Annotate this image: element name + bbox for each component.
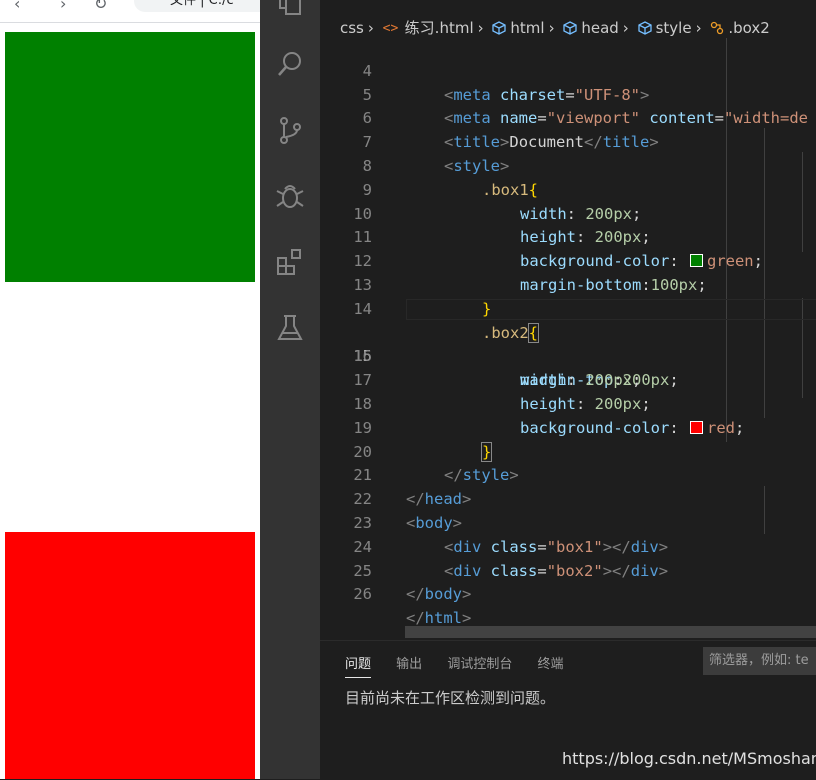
code-line: 26 </html> (320, 560, 816, 627)
code-editor[interactable]: css › <> 练习.html › html › head › style › .box2… (320, 0, 816, 640)
code-line: 13 } (320, 250, 816, 318)
forward-icon[interactable]: › (60, 0, 66, 13)
code-line: 25 </body> (320, 536, 816, 604)
current-line-highlight (406, 298, 816, 320)
code-line: 14 .box2{ (320, 274, 816, 343)
debug-icon[interactable] (274, 180, 306, 212)
code-line: 16 width: 200px; (320, 322, 816, 389)
browser-window: ‹ › ↻ 文件 | C:/c (0, 0, 260, 779)
line-number: 26 (353, 585, 372, 604)
tab-debug-console[interactable]: 调试控制台 (447, 653, 512, 677)
tab-output[interactable]: 输出 (396, 653, 422, 677)
code-line: 5 <meta name="viewport" content="width=d… (320, 60, 816, 128)
chevron-right-icon: › (367, 18, 374, 37)
panel-tabs: 问题 输出 调试控制台 终端 (345, 653, 584, 678)
watermark-text: https://blog.csdn.net/MSmoshang9 (562, 749, 816, 768)
horizontal-scrollbar[interactable] (405, 626, 816, 638)
code-line: 11 background-color: green; (320, 203, 816, 270)
red-box (5, 532, 255, 779)
code-line: 12 margin-bottom:100px; (320, 226, 816, 294)
code-line: 21 </head> (320, 441, 816, 508)
tab-problems[interactable]: 问题 (345, 653, 372, 678)
problems-filter-input[interactable]: 筛选器，例如: te (703, 647, 816, 675)
search-icon[interactable] (274, 48, 306, 80)
chevron-right-icon: › (477, 18, 484, 37)
tab-terminal[interactable]: 终端 (537, 653, 563, 677)
cube-icon (492, 20, 507, 35)
chevron-right-icon: › (622, 18, 629, 37)
code-line: 23 <div class="box1"></div> (320, 488, 816, 556)
breadcrumb-item-style[interactable]: style (656, 19, 692, 37)
green-box (5, 32, 255, 282)
code-line: 4 <meta charset="UTF-8"> (320, 36, 816, 104)
browser-toolbar: ‹ › ↻ 文件 | C:/c (0, 0, 260, 23)
code-line: 17 height: 200px; (320, 345, 816, 413)
code-line: 22 <body> (320, 464, 816, 532)
back-icon[interactable]: ‹ (14, 0, 20, 13)
extensions-icon[interactable] (274, 246, 306, 278)
activity-bar (260, 0, 320, 779)
code-line: 18 background-color: red; (320, 369, 816, 437)
code-line: 24 <div class="box2"></div> (320, 512, 816, 580)
bottom-panel: 问题 输出 调试控制台 终端 筛选器，例如: te 目前尚未在工作区检测到问题。… (320, 640, 816, 780)
code-line: 6 <title>Document</title> (320, 84, 816, 151)
address-bar[interactable]: 文件 | C:/c (134, 0, 260, 12)
code-line: 19 } (320, 393, 816, 462)
code-line-active: 15 margin-top:200px; (320, 298, 816, 389)
explorer-icon[interactable] (274, 0, 306, 18)
breadcrumb-item-head[interactable]: head (581, 19, 618, 37)
code-line: 7 <style> (320, 107, 816, 175)
chevron-right-icon: › (695, 18, 702, 37)
breadcrumb-item-file[interactable]: 练习.html (405, 17, 474, 38)
code-line: 20 </style> (320, 417, 816, 485)
testing-icon[interactable] (274, 312, 306, 344)
code-line: 10 height: 200px; (320, 179, 816, 247)
problems-message: 目前尚未在工作区检测到问题。 (345, 689, 556, 707)
symbol-class-icon (711, 21, 724, 34)
code-text: </body> (406, 585, 472, 604)
cube-icon (563, 20, 577, 35)
breadcrumb-item-html[interactable]: html (510, 19, 544, 37)
reload-icon[interactable]: ↻ (94, 0, 107, 13)
html-file-icon: <> (382, 20, 399, 36)
chevron-right-icon: › (548, 18, 555, 37)
source-control-icon[interactable] (274, 114, 306, 146)
breadcrumb-item-css[interactable]: css (340, 19, 364, 37)
breadcrumb-item-box2[interactable]: .box2 (728, 19, 769, 37)
cube-icon (637, 20, 652, 35)
code-line: 9 width: 200px; (320, 155, 816, 223)
code-line: 8 .box1{ (320, 131, 816, 199)
